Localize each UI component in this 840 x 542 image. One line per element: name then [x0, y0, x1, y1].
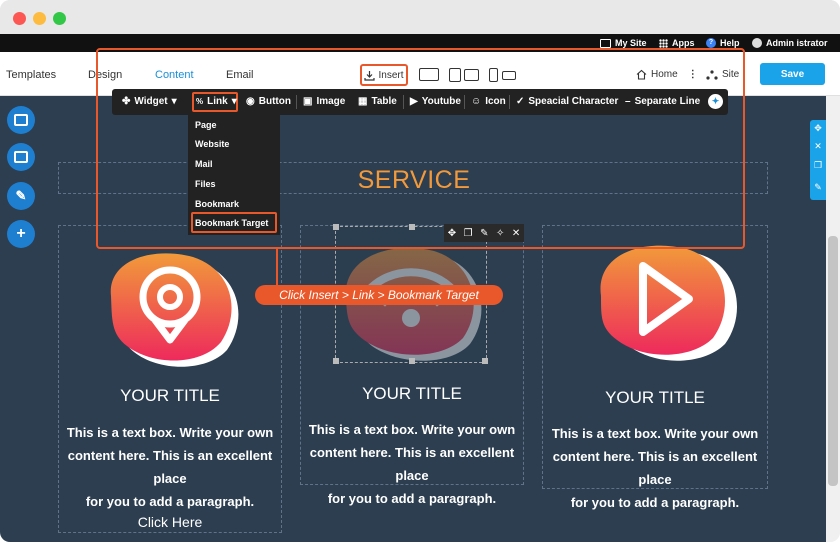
card-text-line: content here. This is an excellent place	[552, 449, 758, 487]
vertical-scrollbar[interactable]	[826, 96, 840, 542]
my-site-label: My Site	[615, 38, 647, 48]
card-text-line: for you to add a paragraph.	[570, 495, 740, 510]
card-text: This is a text box. Write your own conte…	[543, 422, 767, 514]
resize-handle[interactable]	[333, 358, 339, 364]
click-here-link[interactable]: Click Here	[59, 514, 281, 530]
copy-icon[interactable]: ❐	[813, 160, 823, 170]
card-text-line: This is a text box. Write your own	[66, 425, 274, 440]
help-icon: ?	[706, 38, 716, 48]
help-link[interactable]: ? Help	[706, 38, 740, 48]
edit-panel-button[interactable]: ✎	[7, 182, 35, 210]
close-icon[interactable]: ✕	[813, 141, 823, 151]
plus-icon: +	[16, 225, 26, 242]
annotation-label: Click Insert > Link > Bookmark Target	[255, 285, 503, 305]
resize-handle[interactable]	[482, 358, 488, 364]
card-title: YOUR TITLE	[362, 384, 462, 403]
section-tools-rail: ✥ ✕ ❐ ✎	[810, 120, 826, 200]
add-element-button[interactable]: +	[7, 220, 35, 248]
location-pin-icon	[110, 253, 239, 367]
card-text: This is a text box. Write your own conte…	[59, 421, 281, 513]
pages-panel-button[interactable]	[7, 106, 35, 134]
apps-label: Apps	[672, 38, 695, 48]
my-site-link[interactable]: My Site	[600, 38, 647, 48]
card-text-line: This is a text box. Write your own	[308, 422, 516, 437]
card-title: YOUR TITLE	[605, 388, 705, 407]
edit-list-icon: ✎	[15, 188, 27, 203]
apps-grid-icon	[659, 38, 668, 48]
edit-icon[interactable]: ✎	[813, 182, 823, 192]
apps-link[interactable]: Apps	[659, 38, 695, 48]
maximize-window-button[interactable]	[53, 12, 66, 25]
user-name: Admin istrator	[766, 38, 828, 48]
card-text: This is a text box. Write your own conte…	[301, 418, 523, 510]
sections-icon	[14, 151, 28, 163]
card-text-line: content here. This is an excellent place	[67, 448, 273, 486]
scrollbar-thumb[interactable]	[828, 236, 838, 486]
window-titlebar	[0, 0, 840, 34]
sections-panel-button[interactable]	[7, 143, 35, 171]
card-title: YOUR TITLE	[120, 386, 220, 405]
card-text-line: content here. This is an excellent place	[309, 445, 515, 483]
browser-window: My Site Apps ? Help Admin istrator Templ…	[0, 0, 840, 542]
tab-templates[interactable]: Templates	[6, 69, 56, 81]
card-text-line: This is a text box. Write your own	[551, 426, 759, 441]
avatar	[752, 38, 762, 48]
close-window-button[interactable]	[13, 12, 26, 25]
play-icon	[600, 245, 738, 361]
user-menu[interactable]: Admin istrator	[752, 38, 828, 48]
card-text-line: for you to add a paragraph.	[327, 491, 497, 506]
annotation-frame	[96, 48, 745, 249]
save-button[interactable]: Save	[760, 63, 825, 85]
move-icon[interactable]: ✥	[813, 123, 823, 133]
minimize-window-button[interactable]	[33, 12, 46, 25]
annotation-connector	[276, 249, 278, 285]
service-card-3[interactable]: YOUR TITLE This is a text box. Write you…	[542, 225, 768, 510]
pages-icon	[14, 114, 28, 126]
browser-icon	[600, 38, 611, 48]
help-label: Help	[720, 38, 740, 48]
card-text-line: for you to add a paragraph.	[85, 494, 255, 509]
service-card-1[interactable]: YOUR TITLE This is a text box. Write you…	[58, 225, 282, 533]
resize-handle[interactable]	[409, 358, 415, 364]
